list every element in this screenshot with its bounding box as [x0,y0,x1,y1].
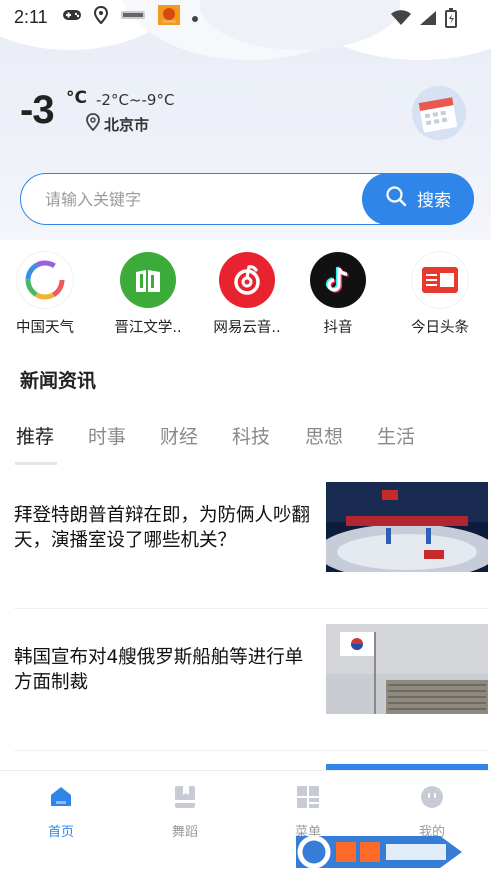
city-location[interactable]: 北京市 [86,113,149,135]
app-douyin[interactable]: 抖音 [296,252,380,337]
home-icon [47,783,75,811]
battery-icon [445,8,457,33]
app-label: 抖音 [323,320,353,336]
news-thumbnail [326,624,488,714]
dot-indicator-icon [191,7,198,27]
news-title: 韩国宣布对4艘俄罗斯船舶等进行单方面制裁 [14,647,304,693]
app-china-weather[interactable]: 中国天气 [3,252,87,337]
profile-icon [418,783,446,811]
temperature-range: -2°C~-9°C [96,91,175,109]
current-temperature: -3 [20,88,55,132]
temperature-unit: °C [66,88,87,108]
search-bar: 搜索 [20,172,474,225]
jinjiang-literature-icon [120,252,176,308]
signal-icon [419,10,437,31]
tab-finance[interactable]: 财经 [160,422,198,449]
nav-dance[interactable]: 舞蹈 [150,783,220,840]
watermark-logo [290,830,470,874]
search-input[interactable] [45,188,365,210]
city-name: 北京市 [104,115,150,134]
active-tab-indicator [15,462,57,465]
search-icon [385,185,407,212]
china-weather-icon [17,252,73,308]
status-time: 2:11 [14,6,48,27]
app-label: 中国天气 [16,320,74,336]
search-button[interactable]: 搜索 [362,172,474,225]
location-pin-icon [93,5,108,29]
tab-thought[interactable]: 思想 [305,422,343,449]
app-netease-music[interactable]: 网易云音.. [205,252,289,337]
tab-life[interactable]: 生活 [377,422,415,449]
news-item[interactable]: 韩国宣布对4艘俄罗斯船舶等进行单方面制裁 [0,624,491,744]
douyin-icon [310,252,366,308]
tab-tech[interactable]: 科技 [232,422,270,449]
news-tabs: 推荐 时事 财经 科技 思想 生活 [0,422,491,466]
section-title: 新闻资讯 [20,370,97,392]
news-title: 拜登特朗普首辩在即，为防俩人吵翻天，演播室设了哪些机关？ [14,505,311,551]
tab-current-affairs[interactable]: 时事 [88,422,126,449]
gamepad-icon [62,7,82,27]
wifi-icon [391,10,411,31]
divider [14,750,488,751]
news-item[interactable]: 拜登特朗普首辩在即，为防俩人吵翻天，演播室设了哪些机关？ [0,482,491,602]
app-toutiao[interactable]: 今日头条 [398,252,482,337]
app-shortcuts: 中国天气 晋江文学.. 网易云音.. 抖音 今日头条 [0,252,491,342]
app-label: 晋江文学.. [114,320,182,336]
news-thumbnail [326,482,488,572]
nav-label: 舞蹈 [171,825,198,840]
app-label: 今日头条 [411,320,469,336]
netease-music-icon [219,252,275,308]
divider [14,608,488,609]
nav-label: 首页 [47,825,74,840]
grid-menu-icon [294,783,322,811]
app-notification-icon [120,7,146,27]
status-bar: 2:11 [0,0,491,34]
location-pin-icon [86,113,100,135]
search-button-label: 搜索 [417,191,451,211]
tab-recommend[interactable]: 推荐 [16,422,54,449]
app-jinjiang[interactable]: 晋江文学.. [106,252,190,337]
calendar-button[interactable] [412,86,466,140]
calendar-icon [418,97,458,133]
app-badge-icon [157,4,180,30]
app-label: 网易云音.. [213,320,281,336]
toutiao-icon [412,252,468,308]
book-icon [171,783,199,811]
nav-home[interactable]: 首页 [26,783,96,840]
